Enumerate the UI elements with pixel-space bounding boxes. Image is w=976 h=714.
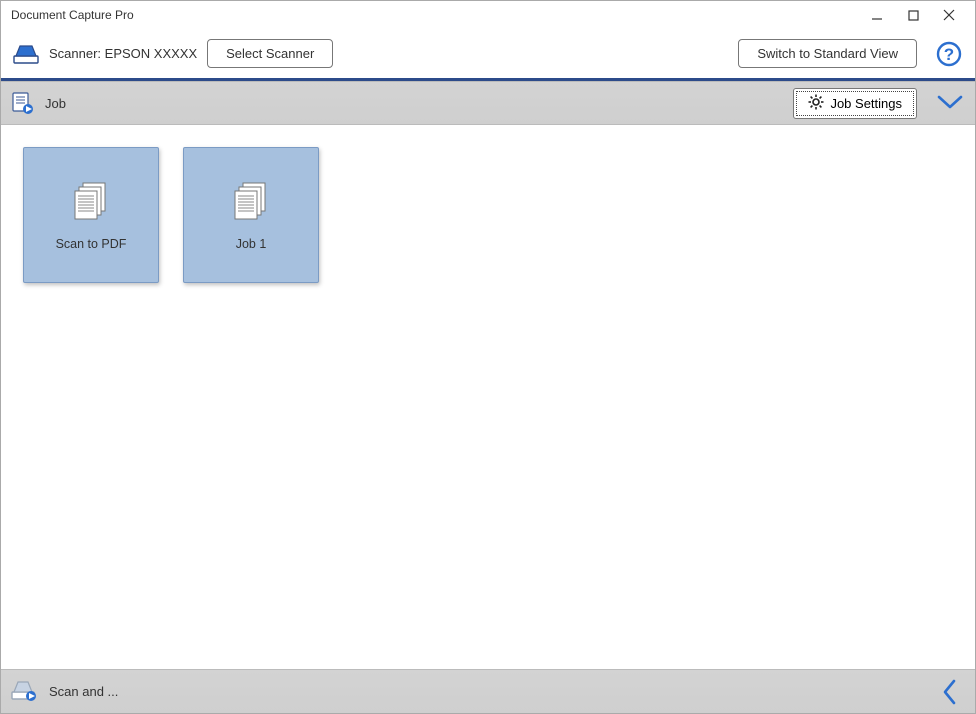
select-scanner-button[interactable]: Select Scanner: [207, 39, 333, 68]
collapse-toggle[interactable]: [935, 88, 965, 118]
job-settings-button[interactable]: Job Settings: [793, 88, 917, 119]
maximize-button[interactable]: [895, 3, 931, 27]
help-icon[interactable]: ?: [935, 40, 963, 68]
document-stack-icon: [229, 179, 273, 223]
document-stack-icon: [69, 179, 113, 223]
gear-icon: [808, 94, 824, 113]
job-section-icon: [11, 91, 35, 115]
job-label: Scan to PDF: [56, 237, 127, 251]
window-title: Document Capture Pro: [9, 8, 859, 22]
switch-view-button[interactable]: Switch to Standard View: [738, 39, 917, 68]
job-settings-label: Job Settings: [830, 96, 902, 111]
close-button[interactable]: [931, 3, 967, 27]
minimize-button[interactable]: [859, 3, 895, 27]
svg-text:?: ?: [944, 45, 954, 64]
scanner-label: Scanner: EPSON XXXXX: [49, 46, 197, 61]
footer-bar: Scan and ...: [1, 669, 975, 713]
footer-label: Scan and ...: [49, 684, 118, 699]
job-section-title: Job: [45, 96, 66, 111]
job-section-header: Job Job Settings: [1, 81, 975, 125]
footer-back-toggle[interactable]: [935, 677, 965, 707]
job-grid: Scan to PDF Job 1: [1, 125, 975, 669]
job-card-job1[interactable]: Job 1: [183, 147, 319, 283]
scanner-icon: [13, 43, 39, 65]
scan-footer-icon: [11, 679, 37, 704]
scanner-toolbar: Scanner: EPSON XXXXX Select Scanner Swit…: [1, 29, 975, 81]
title-bar: Document Capture Pro: [1, 1, 975, 29]
job-label: Job 1: [236, 237, 267, 251]
job-card-scan-to-pdf[interactable]: Scan to PDF: [23, 147, 159, 283]
